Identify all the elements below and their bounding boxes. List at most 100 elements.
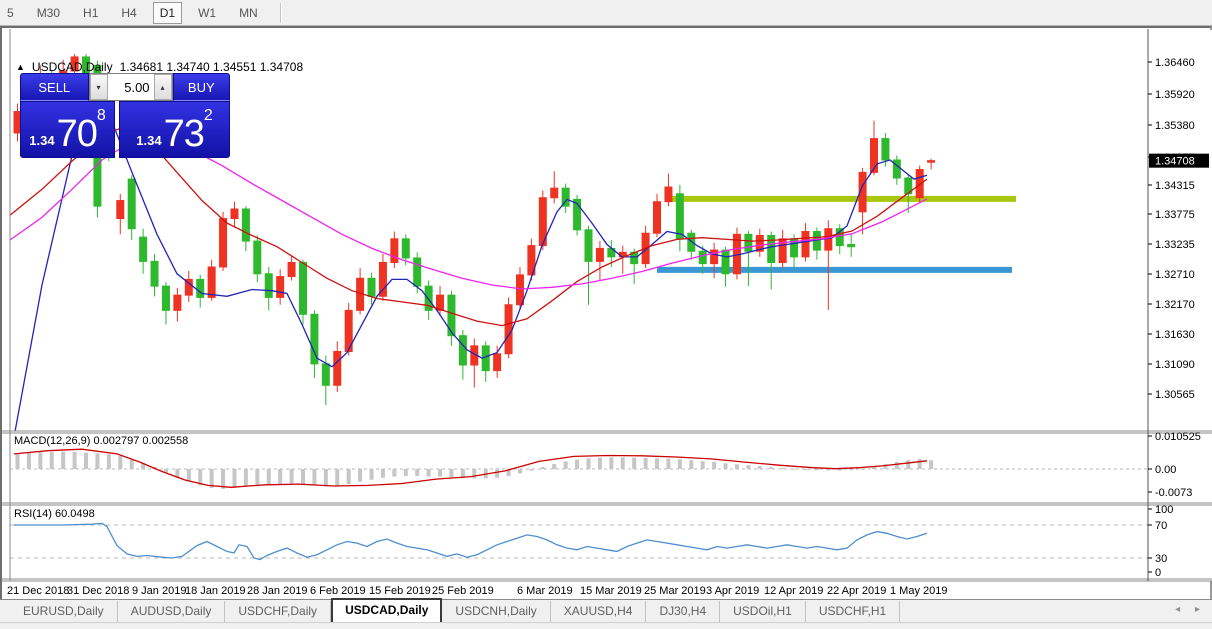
one-click-trading-collapse-icon[interactable]: ▲: [16, 62, 25, 72]
timeframe-button-m30[interactable]: M30: [30, 2, 67, 24]
candle-body: [653, 201, 662, 234]
candle-body: [116, 200, 125, 220]
window-bottom-edge: [0, 622, 1212, 629]
candle-body: [264, 273, 273, 298]
time-axis-label: 12 Apr 2019: [764, 585, 823, 597]
symbol-tab-xauusd-h4[interactable]: XAUUSD,H4: [551, 601, 647, 622]
volume-decrease-button[interactable]: ▾: [89, 74, 108, 100]
time-axis-label: 25 Feb 2019: [432, 585, 494, 597]
candle-body: [847, 243, 856, 248]
timeframe-button-mn[interactable]: MN: [232, 2, 265, 24]
timeframe-button-d1[interactable]: D1: [152, 1, 183, 24]
timeframe-toolbar: 5 M30 H1 H4 D1 W1 MN: [0, 0, 1212, 26]
buy-price-prefix: 1.34: [136, 133, 162, 148]
candle-body: [139, 236, 148, 262]
macd-histogram-bar: [278, 469, 283, 484]
candle-body: [378, 261, 387, 297]
candle-body: [447, 294, 456, 337]
sell-price-quote[interactable]: 1.34 70 8: [20, 101, 115, 158]
candle-body: [299, 261, 307, 315]
symbol-tab-dj30-h4[interactable]: DJ30,H4: [646, 601, 721, 622]
symbol-tab-eurusd-daily[interactable]: EURUSD,Daily: [10, 601, 118, 622]
symbol-tab-usdcnh-daily[interactable]: USDCNH,Daily: [442, 601, 551, 622]
macd-histogram-bar: [61, 451, 66, 469]
macd-histogram-bar: [186, 469, 191, 482]
macd-histogram-bar: [723, 463, 728, 469]
macd-histogram-bar: [894, 462, 899, 469]
macd-histogram-bar: [26, 452, 31, 469]
macd-histogram-bar: [632, 457, 637, 469]
symbol-tab-usdcad-daily[interactable]: USDCAD,Daily: [331, 598, 443, 622]
macd-histogram-bar: [597, 457, 602, 469]
macd-histogram-bar: [849, 469, 854, 471]
macd-histogram-bar: [335, 469, 340, 486]
macd-histogram-bar: [677, 459, 682, 469]
time-axis: 21 Dec 201831 Dec 2018 9 Jan 201918 Jan 2…: [7, 585, 947, 597]
volume-spinner: ▾ ▴: [88, 73, 173, 101]
candle-body: [241, 208, 250, 242]
timeframe-button-5[interactable]: 5: [0, 2, 21, 24]
timeframe-button-h4[interactable]: H4: [114, 2, 143, 24]
symbol-tab-audusd-daily[interactable]: AUDUSD,Daily: [118, 601, 226, 622]
buy-price-quote[interactable]: 1.34 73 2: [119, 101, 230, 158]
macd-histogram-bar: [929, 460, 934, 469]
buy-button[interactable]: BUY: [172, 73, 230, 101]
macd-histogram-bar: [746, 465, 751, 469]
candle-body: [687, 232, 696, 252]
candle-body: [881, 138, 890, 161]
candle-body: [721, 249, 730, 275]
symbol-tab-usdchf-daily[interactable]: USDCHF,Daily: [225, 601, 332, 622]
macd-histogram-bar: [540, 467, 545, 469]
macd-histogram-bar: [392, 469, 397, 477]
macd-histogram-bar: [289, 469, 294, 484]
candle-body: [333, 350, 342, 386]
time-axis-label: 31 Dec 2018: [67, 585, 129, 597]
macd-histogram-bar: [358, 469, 363, 482]
current-price-tag-value: 1.34708: [1155, 156, 1195, 168]
time-axis-label: 28 Jan 2019: [247, 585, 308, 597]
sell-price-prefix: 1.34: [29, 133, 55, 148]
macd-histogram-bar: [221, 469, 226, 489]
symbol-tab-usdchf-h1[interactable]: USDCHF,H1: [806, 601, 901, 622]
macd-histogram-bar: [826, 469, 831, 471]
candle-body: [413, 257, 422, 287]
macd-histogram-bar: [609, 457, 614, 469]
volume-increase-button[interactable]: ▴: [153, 74, 172, 100]
macd-histogram-bar: [666, 458, 671, 469]
macd-histogram-bar: [323, 469, 328, 487]
macd-histogram-bar: [814, 469, 819, 471]
macd-histogram-bar: [232, 469, 237, 488]
time-axis-label: 1 May 2019: [890, 585, 947, 597]
macd-histogram-bar: [906, 460, 911, 469]
macd-histogram-bar: [129, 459, 134, 469]
candle-body: [824, 228, 833, 251]
macd-histogram-bar: [346, 469, 351, 485]
time-axis-label: 18 Jan 2019: [185, 585, 246, 597]
candle-body: [161, 285, 170, 311]
macd-histogram-bar: [49, 451, 54, 469]
candle-body: [915, 169, 924, 199]
macd-histogram-bar: [438, 469, 443, 477]
time-axis-label: 6 Feb 2019: [310, 585, 366, 597]
timeframe-button-h1[interactable]: H1: [76, 2, 105, 24]
price-axis-label: 1.33235: [1155, 239, 1195, 251]
one-click-trade-panel: SELL ▾ ▴ BUY 1.34 70 8 1.34 73 2: [20, 73, 230, 158]
candle-body: [390, 238, 399, 263]
timeframe-button-w1[interactable]: W1: [191, 2, 223, 24]
candle-body: [219, 218, 228, 268]
candle-body: [196, 278, 205, 298]
macd-histogram-bar: [860, 469, 865, 470]
sell-button[interactable]: SELL: [20, 73, 89, 101]
candle-body: [230, 208, 239, 220]
macd-histogram-bar: [495, 469, 500, 478]
sell-price-big-digits: 70: [56, 113, 98, 155]
macd-histogram-bar: [769, 467, 774, 469]
candle-body: [253, 240, 262, 275]
rsi-axis-label: 30: [1155, 553, 1167, 565]
macd-histogram-bar: [472, 469, 477, 479]
macd-histogram-bar: [403, 469, 408, 476]
symbol-tab-usdoil-h1[interactable]: USDOil,H1: [720, 601, 806, 622]
volume-input[interactable]: [107, 74, 154, 100]
candle-body: [493, 353, 502, 372]
tab-scroll-arrows[interactable]: ◂ ▸: [1175, 604, 1206, 615]
